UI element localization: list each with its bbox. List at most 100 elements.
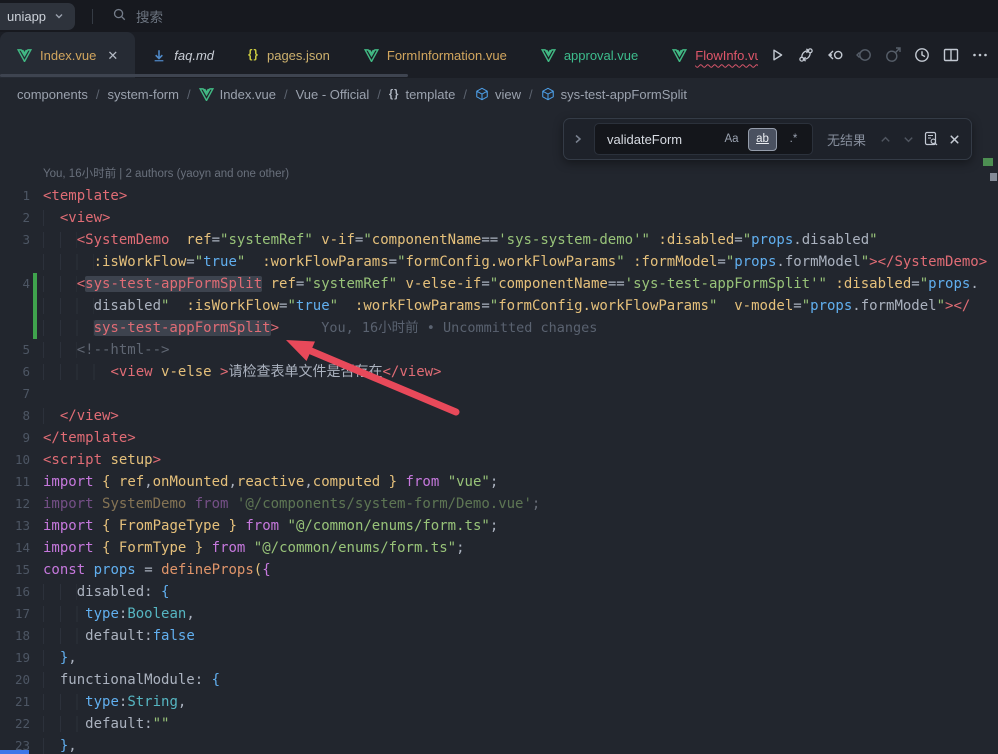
code-line-wrap[interactable]: sys-test-appFormSplit> You, 16小时前 • Unco… — [0, 317, 998, 339]
code-line-15[interactable]: 15const props = defineProps({ — [0, 559, 998, 581]
code-line-3[interactable]: 3 <SystemDemo ref="systemRef" v-if="comp… — [0, 229, 998, 251]
code-text: You, 16小时前 | 2 authors (yaoyn and one ot… — [43, 163, 289, 185]
breadcrumb-item-view[interactable]: view — [475, 87, 521, 102]
tab-label: faq.md — [174, 48, 214, 63]
code-text: <script setup> — [43, 449, 161, 471]
line-number: 2 — [0, 207, 30, 229]
compare-changes-button[interactable] — [792, 42, 819, 69]
breadcrumb-label: Index.vue — [220, 87, 276, 102]
more-actions-button[interactable] — [966, 42, 993, 69]
timeline-button[interactable] — [908, 42, 935, 69]
tab-flowinfo-vu[interactable]: FlowInfo.vu — [655, 32, 758, 78]
breadcrumb-label: template — [405, 87, 455, 102]
toggle-replace-chevron-icon[interactable] — [570, 133, 586, 145]
code-text: :isWorkFlow="true" :workFlowParams="form… — [43, 251, 987, 273]
find-in-selection-icon[interactable] — [923, 127, 939, 151]
code-line-wrap[interactable]: disabled" :isWorkFlow="true" :workFlowPa… — [0, 295, 998, 317]
code-line-18[interactable]: 18 default:false — [0, 625, 998, 647]
code-text: default:false — [43, 625, 195, 647]
code-text: import { FormType } from "@/common/enums… — [43, 537, 465, 559]
tab-bar: Index.vue✕ faq.md {}pages.jsonFormInformat… — [0, 32, 998, 78]
run-button[interactable] — [763, 42, 790, 69]
tab-scrollbar[interactable] — [0, 74, 408, 77]
compare-changes-icon — [796, 45, 816, 65]
workspace-switcher[interactable]: uniapp — [0, 3, 75, 30]
find-previous-button[interactable] — [878, 127, 893, 151]
code-editor[interactable]: You, 16小时前 | 2 authors (yaoyn and one ot… — [0, 110, 998, 754]
breadcrumb-label: system-form — [107, 87, 179, 102]
breadcrumb-item-system-form[interactable]: system-form — [107, 87, 179, 102]
tab-pages-json[interactable]: {}pages.json — [231, 32, 347, 78]
match-case-button[interactable]: Aa — [718, 129, 745, 150]
code-line-22[interactable]: 22 default:"" — [0, 713, 998, 735]
tab-forminformation-vue[interactable]: FormInformation.vue — [347, 32, 524, 78]
code-line-2[interactable]: 2 <view> — [0, 207, 998, 229]
tab-index-vue[interactable]: Index.vue✕ — [0, 32, 135, 78]
code-text: <template> — [43, 185, 127, 207]
line-number: 15 — [0, 559, 30, 581]
line-number: 11 — [0, 471, 30, 493]
vue-icon — [541, 49, 556, 62]
code-line-7[interactable]: 7 — [0, 383, 998, 405]
breadcrumb-label: Vue - Official — [296, 87, 370, 102]
ide-window: uniapp 搜索 Index.vue✕faq.md{}pages.jsonFo… — [0, 0, 998, 754]
code-line-16[interactable]: 16 disabled: { — [0, 581, 998, 603]
breadcrumb-item-sys-test-appformsplit[interactable]: sys-test-appFormSplit — [541, 87, 687, 102]
global-search[interactable]: 搜索 — [112, 6, 163, 26]
breadcrumb-item-template[interactable]: {}template — [389, 87, 455, 102]
code-line-10[interactable]: 10<script setup> — [0, 449, 998, 471]
code-line-1[interactable]: 1<template> — [0, 185, 998, 207]
code-line-wrap[interactable]: :isWorkFlow="true" :workFlowParams="form… — [0, 251, 998, 273]
code-line-21[interactable]: 21 type:String, — [0, 691, 998, 713]
line-number: 4 — [0, 273, 30, 295]
overview-ruler-marker — [990, 173, 997, 181]
codelens[interactable]: You, 16小时前 | 2 authors (yaoyn and one ot… — [0, 163, 998, 185]
regex-button[interactable]: .* — [780, 129, 807, 150]
run-icon — [767, 45, 787, 65]
code-line-5[interactable]: 5 <!--html--> — [0, 339, 998, 361]
whole-word-button[interactable]: ab — [748, 128, 777, 151]
tab-faq-md[interactable]: faq.md — [135, 32, 231, 78]
split-editor-icon — [941, 45, 961, 65]
code-text: sys-test-appFormSplit> You, 16小时前 • Unco… — [43, 317, 597, 339]
code-text: type:Boolean, — [43, 603, 195, 625]
breadcrumb-separator: / — [529, 87, 533, 102]
symbol-object-icon — [541, 87, 555, 101]
code-line-8[interactable]: 8 </view> — [0, 405, 998, 427]
open-changes-button[interactable] — [821, 42, 848, 69]
workspace-name: uniapp — [7, 9, 46, 24]
split-editor-button[interactable] — [937, 42, 964, 69]
find-input[interactable] — [605, 131, 715, 148]
close-icon[interactable] — [947, 127, 962, 151]
close-icon[interactable]: ✕ — [107, 49, 118, 62]
breadcrumb-separator: / — [377, 87, 381, 102]
code-line-17[interactable]: 17 type:Boolean, — [0, 603, 998, 625]
nav-forward-button[interactable] — [879, 42, 906, 69]
code-line-14[interactable]: 14import { FormType } from "@/common/enu… — [0, 537, 998, 559]
find-next-button[interactable] — [901, 127, 916, 151]
line-number: 13 — [0, 515, 30, 537]
code-line-13[interactable]: 13import { FromPageType } from "@/common… — [0, 515, 998, 537]
code-line-4[interactable]: 4 <sys-test-appFormSplit ref="systemRef"… — [0, 273, 998, 295]
line-number: 9 — [0, 427, 30, 449]
vue-icon — [17, 49, 32, 62]
code-line-20[interactable]: 20 functionalModule: { — [0, 669, 998, 691]
nav-back-button[interactable] — [850, 42, 877, 69]
breadcrumb-item-components[interactable]: components — [17, 87, 88, 102]
breadcrumb-item-vue-official[interactable]: Vue - Official — [296, 87, 370, 102]
code-text: disabled: { — [43, 581, 169, 603]
code-text: functionalModule: { — [43, 669, 220, 691]
tab-approval-vue[interactable]: approval.vue — [524, 32, 655, 78]
breadcrumb-label: sys-test-appFormSplit — [561, 87, 687, 102]
line-number: 16 — [0, 581, 30, 603]
code-line-19[interactable]: 19 }, — [0, 647, 998, 669]
code-text: }, — [43, 735, 77, 754]
code-line-9[interactable]: 9</template> — [0, 427, 998, 449]
breadcrumb-item-index-vue[interactable]: Index.vue — [199, 87, 276, 102]
code-line-23[interactable]: 23 }, — [0, 735, 998, 754]
code-line-6[interactable]: 6 <view v-else >请检查表单文件是否存在</view> — [0, 361, 998, 383]
breadcrumb-separator: / — [96, 87, 100, 102]
editor-actions — [758, 32, 998, 78]
code-line-12[interactable]: 12import SystemDemo from '@/components/s… — [0, 493, 998, 515]
code-line-11[interactable]: 11import { ref,onMounted,reactive,comput… — [0, 471, 998, 493]
